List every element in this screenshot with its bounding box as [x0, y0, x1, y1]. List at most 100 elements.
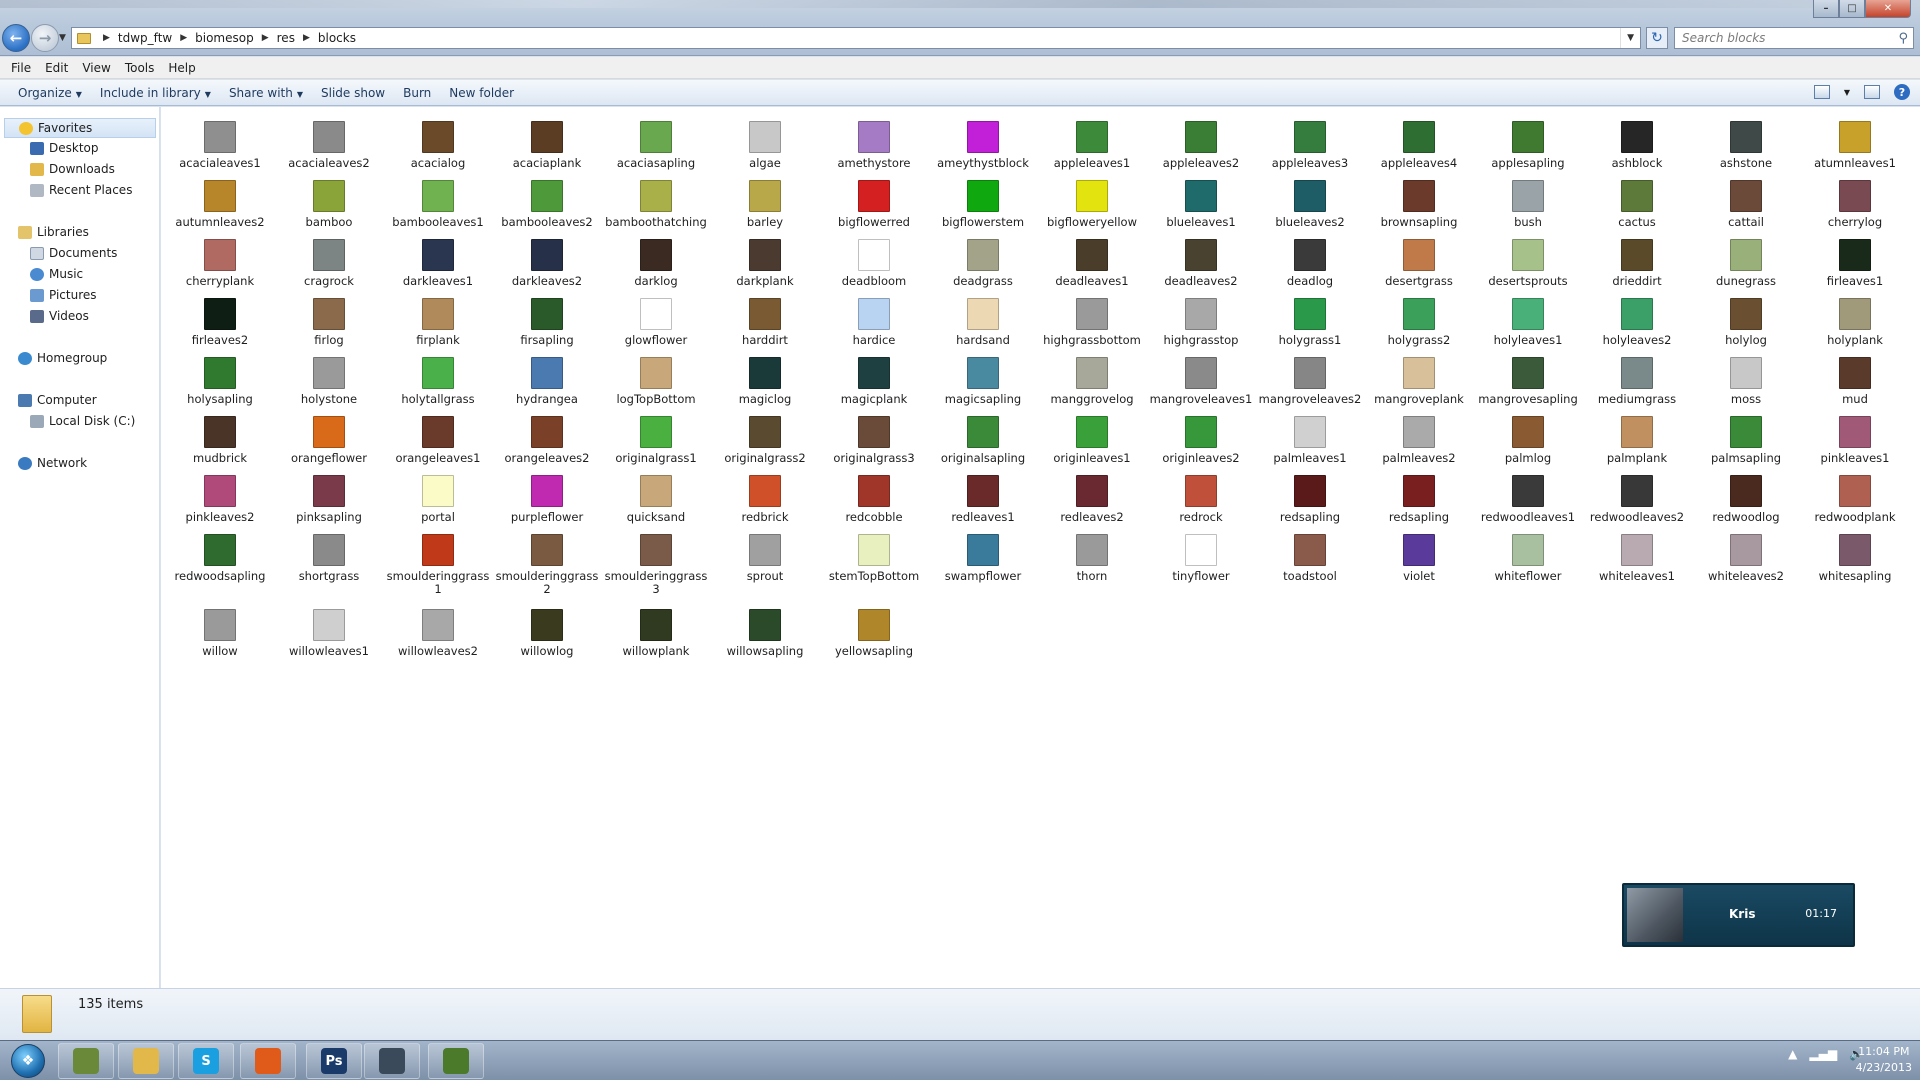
taskbar-button[interactable]: Ps — [306, 1043, 362, 1079]
file-item[interactable]: dunegrass — [1694, 239, 1798, 295]
network-signal-icon[interactable]: ▂▄▆ — [1809, 1047, 1837, 1061]
file-item[interactable]: palmplank — [1585, 416, 1689, 472]
burn-button[interactable]: Burn — [394, 86, 440, 100]
taskbar-button[interactable] — [118, 1043, 174, 1079]
file-item[interactable]: drieddirt — [1585, 239, 1689, 295]
minimize-button[interactable]: – — [1813, 0, 1839, 18]
skype-call-window[interactable]: Kris 01:17 — [1622, 883, 1855, 947]
file-item[interactable]: willowlog — [495, 609, 599, 665]
file-item[interactable]: holyleaves2 — [1585, 298, 1689, 354]
back-button[interactable]: ← — [2, 24, 30, 52]
file-item[interactable]: orangeleaves1 — [386, 416, 490, 472]
file-item[interactable]: redrock — [1149, 475, 1253, 531]
file-item[interactable]: willowleaves2 — [386, 609, 490, 665]
file-item[interactable]: magicplank — [822, 357, 926, 413]
close-button[interactable]: ✕ — [1865, 0, 1911, 18]
file-item[interactable]: bamboothatching — [604, 180, 708, 236]
nav-libraries[interactable]: Libraries — [18, 225, 89, 239]
chevron-right-icon[interactable]: ▶ — [262, 33, 269, 43]
taskbar-button[interactable] — [428, 1043, 484, 1079]
file-item[interactable]: deadbloom — [822, 239, 926, 295]
file-item[interactable]: firlog — [277, 298, 381, 354]
file-item[interactable]: redleaves2 — [1040, 475, 1144, 531]
file-item[interactable]: hardice — [822, 298, 926, 354]
address-dropdown-icon[interactable]: ▼ — [1620, 28, 1640, 48]
file-item[interactable]: deadlog — [1258, 239, 1362, 295]
file-item[interactable]: holygrass2 — [1367, 298, 1471, 354]
file-item[interactable]: darkleaves1 — [386, 239, 490, 295]
nav-favorites[interactable]: Favorites — [4, 118, 156, 138]
file-item[interactable]: acaciasapling — [604, 121, 708, 177]
nav-videos[interactable]: Videos — [30, 309, 89, 323]
file-item[interactable]: originalgrass3 — [822, 416, 926, 472]
file-item[interactable]: holyplank — [1803, 298, 1907, 354]
file-item[interactable]: hardsand — [931, 298, 1035, 354]
recent-pages-dropdown-icon[interactable]: ▼ — [59, 33, 66, 43]
file-item[interactable]: magiclog — [713, 357, 817, 413]
file-item[interactable]: logTopBottom — [604, 357, 708, 413]
file-item[interactable]: pinkleaves2 — [168, 475, 272, 531]
file-item[interactable]: darkleaves2 — [495, 239, 599, 295]
file-item[interactable]: orangeflower — [277, 416, 381, 472]
file-item[interactable]: willowleaves1 — [277, 609, 381, 665]
file-item[interactable]: deadleaves2 — [1149, 239, 1253, 295]
file-item[interactable]: ashstone — [1694, 121, 1798, 177]
organize-button[interactable]: Organize ▼ — [9, 86, 91, 100]
file-item[interactable]: portal — [386, 475, 490, 531]
file-item[interactable]: whiteleaves2 — [1694, 534, 1798, 590]
nav-music[interactable]: Music — [30, 267, 83, 281]
file-item[interactable]: palmleaves1 — [1258, 416, 1362, 472]
search-input[interactable]: Search blocks ⚲ — [1674, 27, 1914, 49]
file-item[interactable]: originalgrass1 — [604, 416, 708, 472]
file-item[interactable]: algae — [713, 121, 817, 177]
file-item[interactable]: pinksapling — [277, 475, 381, 531]
forward-button[interactable]: → — [31, 24, 59, 52]
file-item[interactable]: highgrasstop — [1149, 298, 1253, 354]
file-item[interactable]: stemTopBottom — [822, 534, 926, 590]
file-item[interactable]: appleleaves4 — [1367, 121, 1471, 177]
file-item[interactable]: holystone — [277, 357, 381, 413]
file-item[interactable]: bigflowerred — [822, 180, 926, 236]
nav-homegroup[interactable]: Homegroup — [18, 351, 107, 365]
file-item[interactable]: brownsapling — [1367, 180, 1471, 236]
nav-network[interactable]: Network — [18, 456, 87, 470]
file-item[interactable]: autumnleaves2 — [168, 180, 272, 236]
preview-pane-icon[interactable] — [1864, 85, 1880, 99]
taskbar-button[interactable] — [240, 1043, 296, 1079]
file-item[interactable]: thorn — [1040, 534, 1144, 590]
file-item[interactable]: moss — [1694, 357, 1798, 413]
file-item[interactable]: acaciaplank — [495, 121, 599, 177]
file-item[interactable]: mediumgrass — [1585, 357, 1689, 413]
slide-show-button[interactable]: Slide show — [312, 86, 394, 100]
file-item[interactable]: acacialeaves2 — [277, 121, 381, 177]
file-item[interactable]: cattail — [1694, 180, 1798, 236]
nav-desktop[interactable]: Desktop — [30, 141, 99, 155]
menu-view[interactable]: View — [75, 61, 117, 75]
file-item[interactable]: cactus — [1585, 180, 1689, 236]
file-item[interactable]: violet — [1367, 534, 1471, 590]
file-item[interactable]: blueleaves1 — [1149, 180, 1253, 236]
file-item[interactable]: glowflower — [604, 298, 708, 354]
file-item[interactable]: mangrovesapling — [1476, 357, 1580, 413]
new-folder-button[interactable]: New folder — [440, 86, 523, 100]
chevron-right-icon[interactable]: ▶ — [103, 33, 110, 43]
file-item[interactable]: desertsprouts — [1476, 239, 1580, 295]
file-item[interactable]: cherryplank — [168, 239, 272, 295]
file-item[interactable]: whitesapling — [1803, 534, 1907, 590]
nav-local-disk[interactable]: Local Disk (C:) — [30, 414, 135, 428]
file-item[interactable]: quicksand — [604, 475, 708, 531]
file-item[interactable]: originalgrass2 — [713, 416, 817, 472]
file-item[interactable]: redsapling — [1367, 475, 1471, 531]
file-item[interactable]: firsapling — [495, 298, 599, 354]
file-item[interactable]: redleaves1 — [931, 475, 1035, 531]
file-item[interactable]: bush — [1476, 180, 1580, 236]
file-item[interactable]: darklog — [604, 239, 708, 295]
file-item[interactable]: holylog — [1694, 298, 1798, 354]
file-item[interactable]: appleleaves2 — [1149, 121, 1253, 177]
file-item[interactable]: holysapling — [168, 357, 272, 413]
file-item[interactable]: yellowsapling — [822, 609, 926, 665]
file-item[interactable]: barley — [713, 180, 817, 236]
file-item[interactable]: cragrock — [277, 239, 381, 295]
file-item[interactable]: firplank — [386, 298, 490, 354]
file-item[interactable]: redwoodsapling — [168, 534, 272, 590]
